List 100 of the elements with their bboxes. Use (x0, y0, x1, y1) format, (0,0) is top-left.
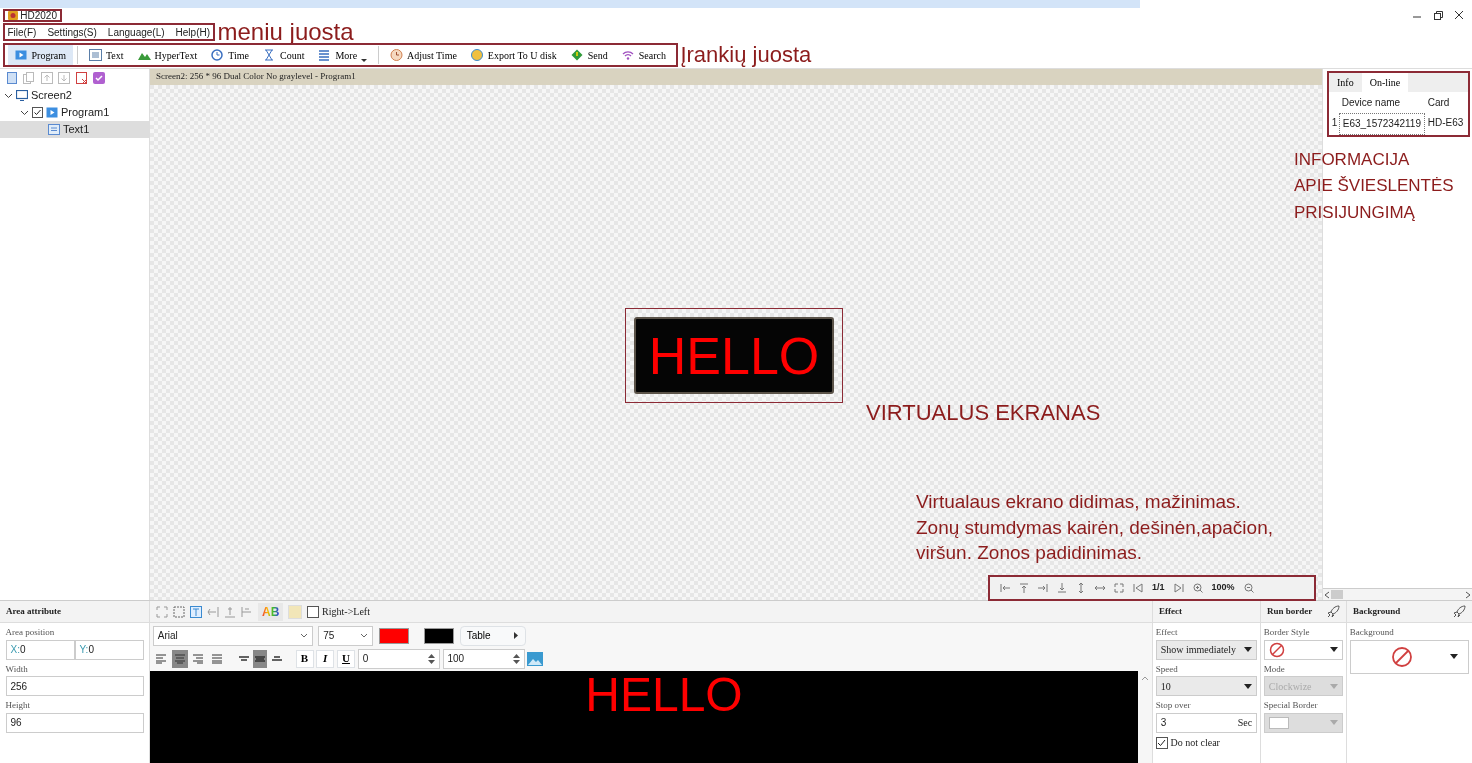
frame-icon[interactable] (173, 605, 185, 618)
align-right-icon[interactable] (207, 605, 219, 618)
play-square-icon (14, 49, 28, 61)
disc-icon (470, 49, 484, 61)
align-lines-icon (173, 653, 186, 664)
chevron-right-icon[interactable] (1464, 590, 1472, 599)
input-field[interactable]: Y:0 (74, 639, 144, 660)
stretch-vertical-icon[interactable] (1076, 583, 1086, 593)
text-top-icon[interactable] (190, 605, 202, 618)
font-select[interactable]: Arial (152, 625, 313, 646)
tree-item[interactable]: Text1 (0, 121, 149, 138)
field-label: Height (5, 699, 31, 712)
checkbox-icon[interactable] (32, 107, 43, 118)
border-style-select[interactable] (1263, 639, 1344, 660)
toolbar-button[interactable]: Count (256, 45, 312, 65)
toolbar-button[interactable]: Program (7, 45, 73, 65)
chevron-down-icon (360, 631, 369, 640)
app-logo-icon (7, 10, 18, 20)
check-icon (1157, 738, 1167, 748)
field-label: Stop over (1155, 699, 1192, 712)
fullscreen-icon[interactable] (1114, 583, 1124, 593)
checkbox-icon[interactable] (93, 72, 105, 84)
menu-item[interactable]: Language(L) (107, 24, 165, 40)
annotation-text: Virtualaus ekrano didimas, mažinimas. Zonų stumdymas kairėn, dešinėn,apačion, viršun. Zonos padidinimas. (916, 490, 1273, 566)
panel-tab[interactable]: On-line (1361, 73, 1409, 92)
align-right-icon[interactable] (1038, 583, 1048, 593)
zoom-out-icon[interactable] (1243, 583, 1254, 593)
input-field[interactable]: 96 (5, 712, 144, 733)
panel-title: Run border (1267, 604, 1313, 618)
spin-field[interactable]: 0 (357, 648, 440, 669)
horizontal-scrollbar[interactable] (1323, 588, 1472, 600)
input-field[interactable]: X:0 (5, 639, 75, 660)
background-select[interactable] (1349, 639, 1470, 674)
caret-down-icon (1244, 683, 1253, 689)
toolbar-button[interactable]: Adjust Time (383, 45, 464, 65)
toolbar-button[interactable]: Send (563, 45, 615, 65)
toolbar-button[interactable]: Export To U disk (463, 45, 564, 65)
align-lines-icon (154, 653, 167, 664)
spin-field[interactable]: 100 (442, 648, 525, 669)
text-color-swatch[interactable] (378, 627, 409, 644)
chevron-left-icon[interactable] (1323, 590, 1331, 599)
format-italic-button[interactable]: I (316, 649, 335, 668)
format-underline-button[interactable]: U (337, 649, 355, 668)
align-bottom-icon[interactable] (1057, 583, 1067, 593)
stretch-horizontal-icon[interactable] (1095, 583, 1105, 593)
tree-item[interactable]: Program1 (0, 104, 149, 121)
vertical-scrollbar[interactable] (1138, 671, 1152, 763)
preview-text: HELLO (584, 671, 743, 724)
rocket-icon[interactable] (1453, 605, 1466, 618)
checkbox[interactable]: Do not clear (1155, 735, 1258, 751)
field-label: Width (5, 662, 29, 676)
effect-select[interactable]: Show immediately (1155, 639, 1258, 660)
hourglass-icon (263, 49, 276, 61)
first-page-icon[interactable] (1133, 583, 1143, 593)
panel-title: Effect (1159, 604, 1182, 618)
table-button[interactable]: Table (459, 625, 526, 646)
alignment-button[interactable] (171, 649, 188, 668)
border-swatch (1268, 716, 1289, 729)
toolbar-button[interactable]: HyperText (130, 45, 205, 65)
delete-icon[interactable] (75, 72, 88, 84)
table-cell[interactable]: E63_1572342119 (1339, 112, 1425, 135)
table-cell[interactable]: HD-E63 (1425, 112, 1468, 135)
vertical-alignment-button[interactable] (253, 649, 268, 668)
last-page-icon[interactable] (1173, 583, 1184, 593)
toolbar-button[interactable]: More (311, 45, 375, 65)
rocket-icon[interactable] (1327, 605, 1340, 618)
background-color-swatch[interactable] (424, 627, 455, 644)
column-header: Device name (1340, 95, 1402, 110)
toolbar-button[interactable]: Text (81, 45, 131, 65)
document-icon[interactable] (5, 72, 18, 84)
image-icon[interactable] (527, 651, 544, 666)
tree-item[interactable]: Screen2 (0, 87, 149, 104)
menu-item[interactable]: File(F) (7, 24, 37, 40)
caret-down-icon (1450, 654, 1459, 659)
input-field[interactable]: 256 (5, 676, 144, 696)
align-top-icon[interactable] (1019, 583, 1029, 593)
annotation-text: meniu juosta (217, 18, 354, 46)
text-lines-icon (88, 49, 102, 61)
size-select[interactable]: 75 (318, 625, 374, 646)
prohibited-icon (1390, 645, 1413, 668)
text-lines-icon (48, 124, 60, 135)
zoom-in-icon[interactable] (1192, 583, 1203, 593)
duration-field[interactable]: 3 Sec (1155, 712, 1258, 733)
close-icon[interactable] (1453, 10, 1464, 20)
format-bold-button[interactable]: B (295, 649, 314, 668)
speed-select[interactable]: 10 (1155, 676, 1258, 696)
scrollbar-thumb[interactable] (1331, 590, 1343, 599)
menu-item[interactable]: Settings(S) (47, 24, 97, 40)
toolbar-button[interactable]: Time (204, 45, 256, 65)
chevron-up-icon[interactable] (1141, 675, 1149, 682)
clock-icon (211, 49, 225, 61)
annotation-text: Įrankių juosta (680, 42, 812, 68)
wifi-icon (621, 49, 635, 61)
restore-icon[interactable] (1432, 10, 1443, 20)
align-left-icon[interactable] (1000, 583, 1010, 593)
checkbox[interactable]: Right->Left (307, 604, 370, 619)
prohibited-icon (1268, 641, 1285, 658)
field-label: Border Style (1263, 626, 1311, 639)
toolbar-button[interactable]: Search (614, 45, 673, 65)
menu-item[interactable]: Help(H) (175, 24, 211, 40)
